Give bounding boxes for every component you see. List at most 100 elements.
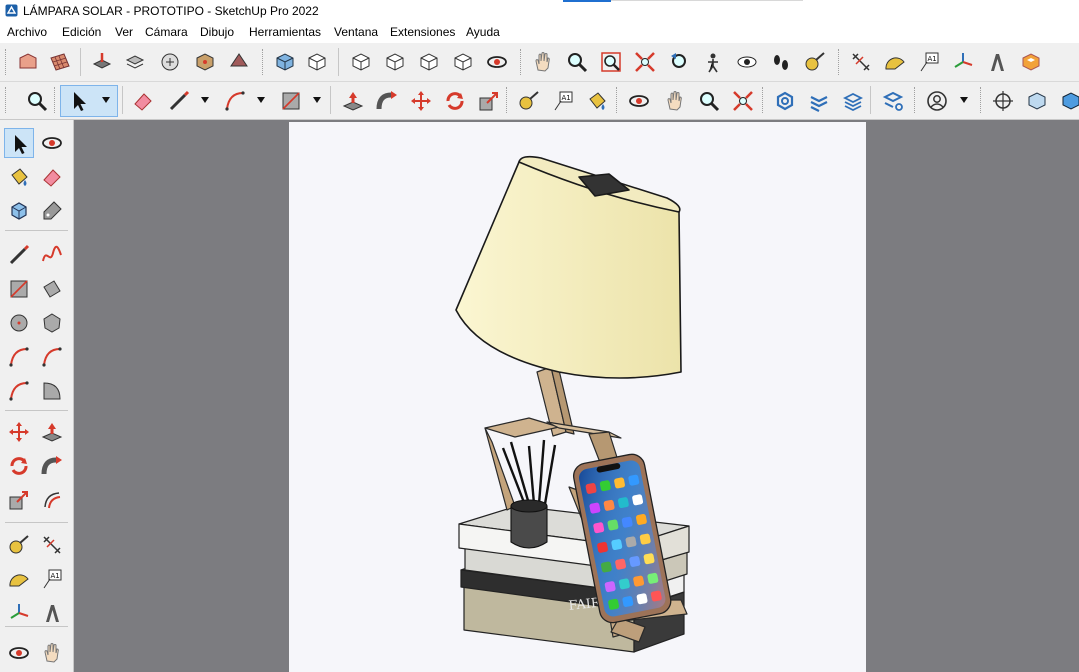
warehouse-button[interactable] <box>13 47 43 77</box>
zoom-extents-button[interactable] <box>728 86 758 116</box>
dropdown-arrow-button[interactable] <box>311 86 323 116</box>
menu-camara[interactable]: Cámara <box>145 25 188 39</box>
eraser-button[interactable] <box>128 86 158 116</box>
extension-warehouse-button[interactable] <box>87 47 117 77</box>
zoom-button[interactable] <box>562 47 592 77</box>
model-info-button[interactable] <box>155 47 185 77</box>
dropdown-arrow-button[interactable] <box>255 86 267 116</box>
text-button[interactable]: A1 <box>914 47 944 77</box>
pan-button[interactable] <box>528 47 558 77</box>
offset-button[interactable] <box>37 485 67 515</box>
walk-button[interactable] <box>766 47 796 77</box>
eraser-button[interactable] <box>37 162 67 192</box>
axis-view-button[interactable] <box>988 86 1018 116</box>
push-pull-button[interactable] <box>37 417 67 447</box>
toolbar-grip[interactable] <box>838 49 842 75</box>
tag-button[interactable] <box>37 196 67 226</box>
trim-button[interactable] <box>878 86 908 116</box>
select-button[interactable] <box>4 128 34 158</box>
move-button[interactable] <box>4 417 34 447</box>
model-viewport[interactable]: FAIRS <box>289 122 866 672</box>
text-button[interactable]: A1 <box>548 86 578 116</box>
toolbar-grip[interactable] <box>520 49 524 75</box>
arc-button[interactable] <box>220 86 250 116</box>
previous-view-button[interactable] <box>664 47 694 77</box>
rotate-button[interactable] <box>4 451 34 481</box>
line-button[interactable] <box>4 240 34 270</box>
dropdown-arrow-button[interactable] <box>958 86 970 116</box>
drawing-area[interactable]: FAIRS <box>289 122 866 672</box>
dimension-button[interactable] <box>846 47 876 77</box>
text-button[interactable]: A1 <box>37 564 67 594</box>
toolbar-grip[interactable] <box>54 87 58 113</box>
paint-bucket-button[interactable] <box>4 162 34 192</box>
style-builder-button[interactable] <box>190 47 220 77</box>
rectangle-button[interactable] <box>276 86 306 116</box>
iso-view-button[interactable] <box>270 47 300 77</box>
intersect-button[interactable] <box>804 86 834 116</box>
left-view-button[interactable] <box>448 47 478 77</box>
make-component-button[interactable] <box>4 196 34 226</box>
scale-button[interactable] <box>474 86 504 116</box>
3d-text-button[interactable] <box>37 598 67 628</box>
menu-extensiones[interactable]: Extensiones <box>390 25 455 39</box>
line-button[interactable] <box>164 86 194 116</box>
push-pull-button[interactable] <box>338 86 368 116</box>
menu-archivo[interactable]: Archivo <box>7 25 47 39</box>
sandbox-grid-button[interactable] <box>45 47 75 77</box>
menu-ayuda[interactable]: Ayuda <box>466 25 500 39</box>
pie-button[interactable] <box>37 376 67 406</box>
3d-text-button[interactable] <box>982 47 1012 77</box>
rotate-button[interactable] <box>440 86 470 116</box>
position-camera-button[interactable] <box>698 47 728 77</box>
tape-measure-button[interactable] <box>4 530 34 560</box>
layout-send-button[interactable] <box>120 47 150 77</box>
dimension-button[interactable] <box>37 530 67 560</box>
toolbar-grip[interactable] <box>5 87 9 113</box>
menu-edicion[interactable]: Edición <box>62 25 101 39</box>
wireframe-button[interactable] <box>1056 86 1079 116</box>
toolbar-grip[interactable] <box>5 49 9 75</box>
axes-button[interactable] <box>948 47 978 77</box>
orbit-button[interactable] <box>482 47 512 77</box>
circle-button[interactable] <box>4 308 34 338</box>
zoom-tool-button[interactable] <box>22 86 52 116</box>
orbit-button[interactable] <box>4 638 34 668</box>
toolbar-grip[interactable] <box>506 87 510 113</box>
menu-ver[interactable]: Ver <box>115 25 133 39</box>
toolbar-grip[interactable] <box>616 87 620 113</box>
right-view-button[interactable] <box>380 47 410 77</box>
menu-ventana[interactable]: Ventana <box>334 25 378 39</box>
rotated-rectangle-button[interactable] <box>37 274 67 304</box>
protractor-button[interactable] <box>4 564 34 594</box>
user-profile-button[interactable] <box>922 86 952 116</box>
menu-herramientas[interactable]: Herramientas <box>249 25 321 39</box>
zoom-button[interactable] <box>694 86 724 116</box>
2-point-arc-button[interactable] <box>37 342 67 372</box>
follow-me-button[interactable] <box>37 451 67 481</box>
scale-button[interactable] <box>4 485 34 515</box>
pan-button[interactable] <box>660 86 690 116</box>
move-button[interactable] <box>406 86 436 116</box>
axes-button[interactable] <box>4 598 34 628</box>
3-point-arc-button[interactable] <box>4 376 34 406</box>
paint-bucket-button[interactable] <box>582 86 612 116</box>
outer-shell-button[interactable] <box>838 86 868 116</box>
zoom-extents-button[interactable] <box>630 47 660 77</box>
freehand-button[interactable] <box>37 240 67 270</box>
polygon-button[interactable] <box>37 308 67 338</box>
tape-measure-button[interactable] <box>514 86 544 116</box>
zoom-window-button[interactable] <box>596 47 626 77</box>
arc-button[interactable] <box>4 342 34 372</box>
top-view-button[interactable] <box>302 47 332 77</box>
toolbar-grip[interactable] <box>980 87 984 113</box>
look-around-button[interactable] <box>732 47 762 77</box>
select-button[interactable] <box>64 86 94 116</box>
dropdown-arrow-button[interactable] <box>199 86 211 116</box>
orbit-button[interactable] <box>624 86 654 116</box>
follow-me-button[interactable] <box>372 86 402 116</box>
protractor-button[interactable] <box>880 47 910 77</box>
menu-dibujo[interactable]: Dibujo <box>200 25 234 39</box>
extension-manager-button[interactable] <box>1016 47 1046 77</box>
toolbar-grip[interactable] <box>262 49 266 75</box>
